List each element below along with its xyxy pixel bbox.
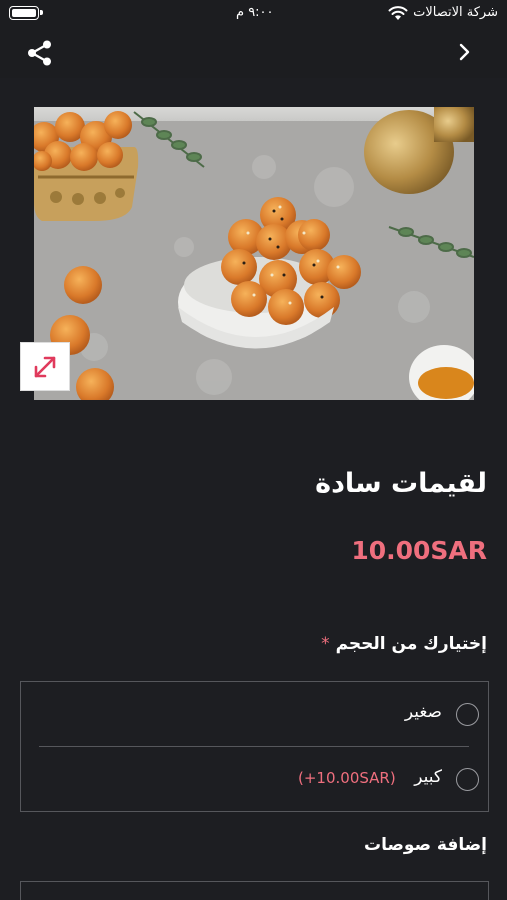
status-time: ٩:٠٠ م [236, 5, 274, 20]
size-section-label: إختيارك من الحجم* [321, 634, 487, 654]
size-options-box: صغير كبير (+10.00SAR) [20, 681, 489, 812]
product-title: لقيمات سادة [315, 468, 487, 499]
size-label-text: إختيارك من الحجم [335, 634, 487, 654]
back-button[interactable] [453, 40, 477, 64]
share-button[interactable] [26, 39, 54, 67]
carrier-name: شركة الاتصالات [413, 5, 498, 20]
size-option-small[interactable]: صغير [21, 682, 488, 746]
size-option-label: صغير [404, 702, 442, 722]
expand-image-button[interactable] [20, 342, 70, 391]
battery-icon [9, 6, 43, 20]
share-icon [28, 40, 51, 66]
radio-button[interactable] [456, 768, 479, 791]
product-image [34, 107, 474, 400]
required-mark: * [321, 634, 330, 654]
expand-icon [34, 356, 56, 378]
sauces-section-label: إضافة صوصات [364, 835, 487, 855]
product-price: 10.00SAR [351, 536, 487, 565]
wifi-icon [388, 6, 408, 20]
size-option-label: كبير [414, 767, 442, 787]
sauces-options-box [20, 881, 489, 900]
size-option-large[interactable]: كبير (+10.00SAR) [21, 747, 488, 811]
chevron-right-icon [459, 43, 470, 61]
radio-button[interactable] [456, 703, 479, 726]
status-bar: ٩:٠٠ م شركة الاتصالات [0, 0, 507, 28]
size-option-extra-price: (+10.00SAR) [298, 769, 396, 787]
nav-bar [0, 28, 507, 78]
